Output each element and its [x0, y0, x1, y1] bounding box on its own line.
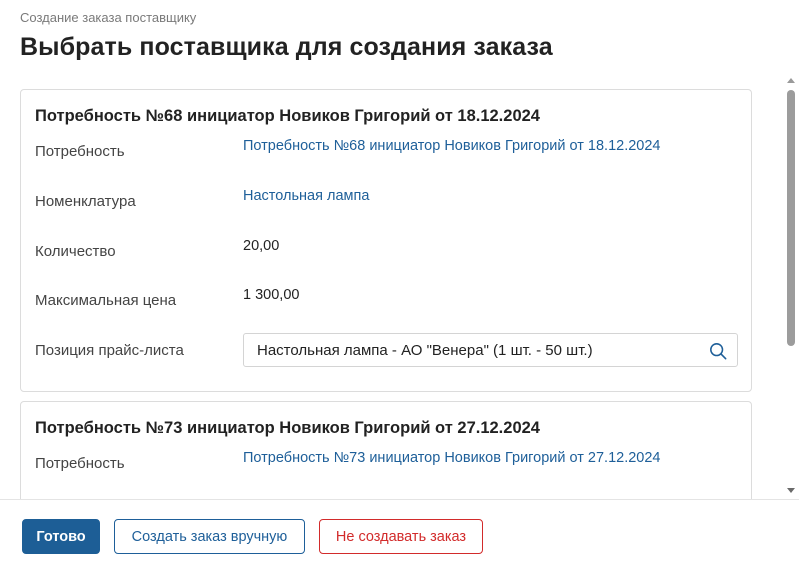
quantity-value: 20,00 — [243, 238, 280, 254]
quantity-label: Количество — [35, 243, 116, 260]
need-row: Потребность Потребность №73 инициатор Но… — [21, 450, 751, 485]
quantity-row: Количество 20,00 — [21, 238, 751, 273]
done-button[interactable]: Готово — [22, 519, 100, 554]
price-position-value: Настольная лампа - АО "Венера" (1 шт. - … — [257, 342, 593, 359]
max-price-label: Максимальная цена — [35, 292, 177, 309]
page-title: Выбрать поставщика для создания заказа — [20, 33, 553, 61]
need-link[interactable]: Потребность №73 инициатор Новиков Григор… — [243, 450, 660, 466]
scrollbar-thumb[interactable] — [787, 90, 795, 346]
breadcrumb: Создание заказа поставщику — [20, 10, 197, 25]
price-position-label: Позиция прайс-листа — [35, 342, 184, 359]
do-not-create-order-button[interactable]: Не создавать заказ — [319, 519, 483, 554]
need-row: Потребность Потребность №68 инициатор Но… — [21, 138, 751, 173]
scrollbar[interactable] — [786, 74, 796, 499]
create-order-manually-button[interactable]: Создать заказ вручную — [114, 519, 305, 554]
need-label: Потребность — [35, 143, 125, 160]
need-card: Потребность №68 инициатор Новиков Григор… — [20, 89, 752, 392]
need-link[interactable]: Потребность №68 инициатор Новиков Григор… — [243, 138, 660, 154]
need-card-title: Потребность №73 инициатор Новиков Григор… — [35, 419, 540, 437]
footer: Готово Создать заказ вручную Не создават… — [0, 499, 799, 565]
nomenclature-label: Номенклатура — [35, 193, 136, 210]
nomenclature-row: Номенклатура Настольная лампа — [21, 188, 751, 223]
scroll-up-icon[interactable] — [787, 78, 795, 83]
price-position-row: Позиция прайс-листа Настольная лампа - А… — [21, 333, 751, 372]
needs-list[interactable]: Потребность №68 инициатор Новиков Григор… — [0, 74, 799, 499]
price-position-field[interactable]: Настольная лампа - АО "Венера" (1 шт. - … — [243, 333, 738, 367]
nomenclature-link[interactable]: Настольная лампа — [243, 188, 369, 204]
need-card-title: Потребность №68 инициатор Новиков Григор… — [35, 107, 540, 125]
need-label: Потребность — [35, 455, 125, 472]
search-icon[interactable] — [709, 342, 727, 360]
scroll-down-icon[interactable] — [787, 488, 795, 493]
max-price-row: Максимальная цена 1 300,00 — [21, 287, 751, 322]
need-card: Потребность №73 инициатор Новиков Григор… — [20, 401, 752, 499]
max-price-value: 1 300,00 — [243, 287, 300, 303]
